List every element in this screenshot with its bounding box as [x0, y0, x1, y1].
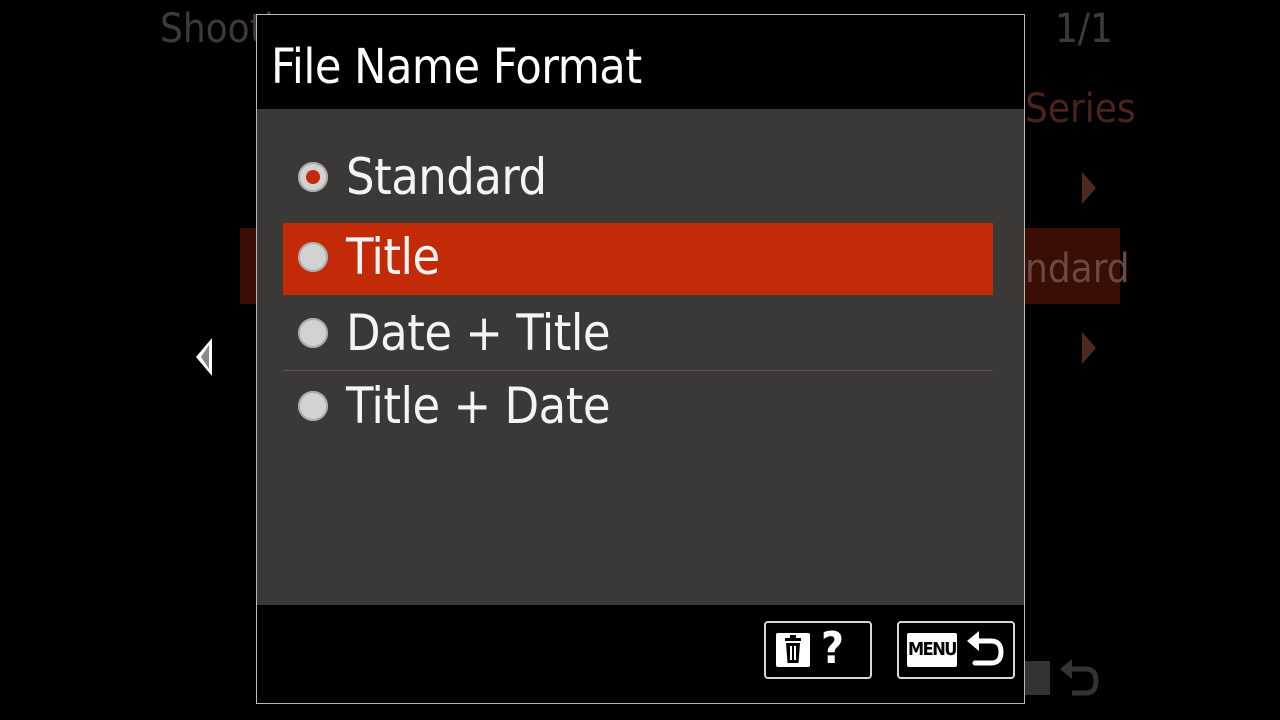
- options-list: Standard Title Date + Title Title + Date: [257, 109, 1024, 605]
- option-standard[interactable]: Standard: [283, 143, 993, 215]
- option-label: Title + Date: [346, 377, 611, 435]
- arrow-left-shade: [201, 345, 209, 369]
- dialog-header: File Name Format: [257, 15, 1024, 109]
- option-title-date[interactable]: Title + Date: [283, 372, 993, 444]
- delete-help-button[interactable]: ?: [764, 621, 872, 679]
- radio-button[interactable]: [298, 162, 328, 192]
- option-label: Date + Title: [346, 304, 611, 362]
- radio-checked-dot: [306, 170, 320, 184]
- trash-icon: [776, 633, 810, 667]
- back-arrow-icon: [967, 631, 1004, 666]
- menu-key-icon: MENU: [907, 633, 957, 667]
- file-name-format-dialog: File Name Format Standard Title Date + T…: [256, 14, 1025, 704]
- page-indicator: 1/1: [1055, 6, 1113, 52]
- option-date-title[interactable]: Date + Title: [283, 299, 993, 371]
- dialog-title: File Name Format: [271, 39, 642, 95]
- radio-button[interactable]: [298, 391, 328, 421]
- background-chevron-right-icon: [1082, 172, 1096, 204]
- background-menu-back-icon: [1020, 659, 1099, 696]
- menu-back-button[interactable]: MENU: [897, 621, 1015, 679]
- background-value-series: Series: [1025, 86, 1136, 132]
- divider: [283, 370, 993, 371]
- radio-button[interactable]: [298, 242, 328, 272]
- option-label: Title: [346, 228, 440, 286]
- background-chevron-right-icon: [1082, 332, 1096, 364]
- dialog-footer: ? MENU: [257, 605, 1024, 703]
- background-value-standard: ndard: [1025, 246, 1130, 292]
- option-title[interactable]: Title: [283, 223, 993, 295]
- help-symbol: ?: [821, 623, 844, 674]
- radio-button[interactable]: [298, 318, 328, 348]
- option-label: Standard: [346, 148, 547, 206]
